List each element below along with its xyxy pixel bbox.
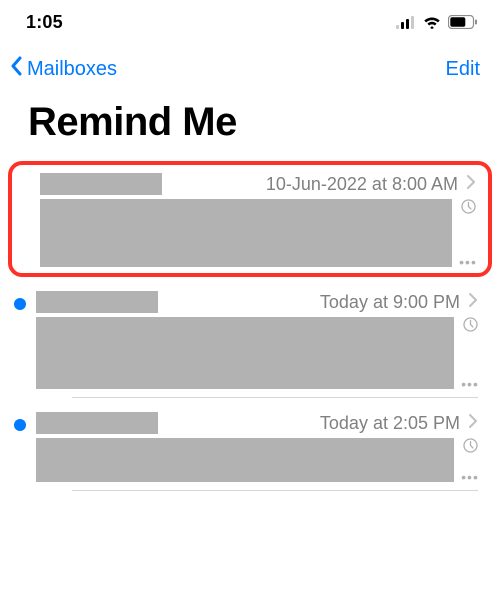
- unread-dot-icon: [14, 419, 26, 431]
- sender-redacted: [36, 412, 158, 434]
- mail-timestamp: 10-Jun-2022 at 8:00 AM: [266, 174, 458, 195]
- sender-redacted: [36, 291, 158, 313]
- edit-button[interactable]: Edit: [446, 58, 480, 81]
- chevron-right-icon: [468, 413, 478, 434]
- mail-timestamp: Today at 2:05 PM: [320, 413, 460, 434]
- body-redacted: [40, 199, 452, 267]
- page-title: Remind Me: [0, 92, 500, 161]
- chevron-right-icon: [466, 174, 476, 195]
- unread-dot-icon: [14, 298, 26, 310]
- navigation-bar: Mailboxes Edit: [0, 44, 500, 92]
- chevron-right-icon: [468, 292, 478, 313]
- clock-icon: [461, 199, 476, 214]
- battery-icon: [448, 15, 478, 29]
- mail-list: 10-Jun-2022 at 8:00 AM •••: [0, 161, 500, 497]
- more-icon: •••: [461, 472, 479, 482]
- sender-redacted: [40, 173, 162, 195]
- clock-icon: [463, 438, 478, 453]
- more-icon: •••: [459, 257, 477, 267]
- body-redacted: [36, 438, 454, 482]
- divider: [72, 397, 478, 398]
- chevron-left-icon: [8, 56, 24, 82]
- back-button[interactable]: Mailboxes: [8, 56, 117, 82]
- highlight-annotation: 10-Jun-2022 at 8:00 AM •••: [8, 161, 492, 277]
- mail-timestamp: Today at 9:00 PM: [320, 292, 460, 313]
- mail-item[interactable]: Today at 2:05 PM •••: [0, 404, 500, 497]
- status-time: 1:05: [26, 12, 63, 33]
- body-redacted: [36, 317, 454, 389]
- more-icon: •••: [461, 379, 479, 389]
- mail-item[interactable]: 10-Jun-2022 at 8:00 AM •••: [12, 165, 488, 273]
- wifi-icon: [422, 15, 442, 29]
- mail-item[interactable]: Today at 9:00 PM •••: [0, 283, 500, 404]
- clock-icon: [463, 317, 478, 332]
- status-bar: 1:05: [0, 0, 500, 44]
- status-icons: [396, 15, 478, 29]
- divider: [72, 490, 478, 491]
- back-label: Mailboxes: [27, 58, 117, 81]
- cellular-signal-icon: [396, 16, 416, 29]
